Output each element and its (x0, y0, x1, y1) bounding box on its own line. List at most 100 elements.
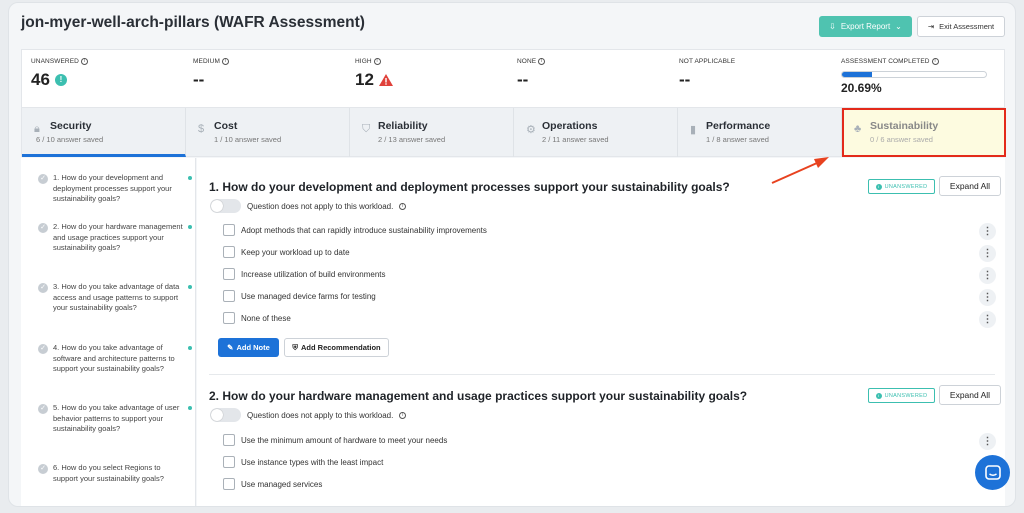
checkbox[interactable] (223, 434, 235, 446)
tab-name: Sustainability (870, 120, 939, 132)
check-icon: ✓ (38, 464, 48, 474)
choice-option[interactable]: Use managed services (223, 478, 322, 490)
choice-label: Use managed services (241, 479, 323, 489)
toggle-knob (211, 409, 223, 421)
stats-bar: UNANSWERED i 46! MEDIUM i -- HIGH i 12 NONE… (21, 49, 1005, 107)
tab-cost[interactable]: $ Cost 1 / 10 answer saved (186, 108, 350, 157)
info-icon: i (875, 392, 882, 399)
sidebar-item-label: 2. How do your hardware management and u… (53, 222, 183, 252)
exit-assessment-button[interactable]: ⇥ Exit Assessment (917, 16, 1005, 37)
pillar-tabs: 🔒︎ Security 6 / 10 answer saved $ Cost 1… (21, 107, 1006, 157)
choice-option[interactable]: Use instance types with the least impact (223, 456, 383, 468)
sidebar-item[interactable]: ✓ 4. How do you take advantage of softwar… (38, 343, 192, 375)
info-icon[interactable]: i (931, 58, 939, 65)
choice-option[interactable]: Use managed device farms for testing (223, 290, 376, 302)
tab-reliability[interactable]: ⛉ Reliability 2 / 13 answer saved (350, 108, 514, 157)
app-window: jon-myer-well-arch-pillars (WAFR Assessm… (8, 2, 1016, 507)
not-applicable-toggle[interactable] (210, 199, 241, 213)
info-icon[interactable]: i (399, 411, 407, 419)
tab-name: Cost (214, 120, 238, 132)
check-icon: ✓ (38, 344, 48, 354)
progress-fill (842, 72, 872, 77)
status-dot (188, 406, 192, 410)
exit-icon: ⇥ (927, 22, 935, 31)
sidebar-item[interactable]: ✓ 2. How do your hardware management and … (38, 222, 192, 254)
checkbox[interactable] (223, 312, 235, 324)
export-report-button[interactable]: ⇩ Export Report ⌄ (819, 16, 912, 37)
choice-option[interactable]: None of these (223, 312, 291, 324)
choice-option[interactable]: Keep your workload up to date (223, 246, 350, 258)
expand-all-button[interactable]: Expand All (939, 385, 1001, 405)
add-recommendation-label: Add Recommendation (301, 343, 381, 352)
not-applicable-row: Question does not apply to this workload… (210, 199, 407, 213)
choice-label: Use instance types with the least impact (241, 457, 384, 467)
status-label: UNANSWERED (884, 392, 928, 399)
checkbox[interactable] (223, 224, 235, 236)
sidebar-item-label: 6. How do you select Regions to support … (53, 463, 164, 483)
sidebar-item[interactable]: ✓ 1. How do your development and deployme… (38, 173, 192, 205)
exit-label: Exit Assessment (939, 22, 995, 31)
add-note-button[interactable]: ✎ Add Note (218, 338, 279, 357)
completion-percent: 20.69% (841, 81, 882, 95)
info-icon[interactable]: i (373, 58, 381, 65)
warning-icon (378, 74, 393, 86)
tab-name: Security (50, 120, 92, 132)
stat-unanswered: UNANSWERED i 46! (31, 58, 88, 90)
info-icon[interactable]: i (538, 58, 546, 65)
more-options-icon[interactable]: ⋮ (979, 267, 996, 284)
info-icon[interactable]: i (221, 58, 229, 65)
info-icon[interactable]: i (399, 202, 407, 210)
more-options-icon[interactable]: ⋮ (979, 311, 996, 328)
more-options-icon[interactable]: ⋮ (979, 245, 996, 262)
tab-sustainability[interactable]: ♣ Sustainability 0 / 6 answer saved (842, 108, 1006, 157)
tab-progress: 6 / 10 answer saved (36, 135, 104, 144)
dollar-icon: $ (198, 123, 205, 135)
more-options-icon[interactable]: ⋮ (979, 223, 996, 240)
not-applicable-toggle[interactable] (210, 408, 241, 422)
info-icon[interactable]: i (80, 58, 88, 65)
tab-performance[interactable]: ▮ Performance 1 / 8 answer saved (678, 108, 842, 157)
sidebar-item[interactable]: ✓ 5. How do you take advantage of user be… (38, 403, 192, 435)
choice-option[interactable]: Use the minimum amount of hardware to me… (223, 434, 447, 446)
page-title: jon-myer-well-arch-pillars (WAFR Assessm… (21, 14, 365, 31)
stat-label: NOT APPLICABLE (679, 58, 736, 65)
checkbox[interactable] (223, 268, 235, 280)
more-options-icon[interactable]: ⋮ (979, 289, 996, 306)
stat-high: HIGH i 12 (355, 58, 393, 90)
not-applicable-row: Question does not apply to this workload… (210, 408, 407, 422)
exclamation-icon: ! (54, 74, 67, 86)
status-badge: i UNANSWERED (868, 388, 935, 403)
question-panel: 1. How do your development and deploymen… (197, 158, 1005, 506)
question-title: 2. How do your hardware management and u… (209, 389, 748, 403)
tab-progress: 1 / 10 answer saved (214, 135, 282, 144)
sidebar-item[interactable]: ✓ 3. How do you take advantage of data ac… (38, 282, 192, 314)
check-icon: ✓ (38, 174, 48, 184)
chat-launcher-button[interactable] (975, 455, 1010, 490)
checkbox[interactable] (223, 478, 235, 490)
expand-all-button[interactable]: Expand All (939, 176, 1001, 196)
sidebar-item[interactable]: ✓ 6. How do you select Regions to support… (38, 463, 186, 484)
checkbox[interactable] (223, 456, 235, 468)
question-title: 1. How do your development and deploymen… (209, 180, 730, 194)
sidebar-item-label: 3. How do you take advantage of data acc… (53, 282, 180, 312)
checkbox[interactable] (223, 246, 235, 258)
tab-security[interactable]: 🔒︎ Security 6 / 10 answer saved (22, 108, 186, 157)
chat-icon (984, 464, 1001, 480)
check-icon: ✓ (38, 404, 48, 414)
status-dot (188, 225, 192, 229)
choice-option[interactable]: Adopt methods that can rapidly introduce… (223, 224, 487, 236)
status-label: UNANSWERED (884, 183, 928, 190)
choice-option[interactable]: Increase utilization of build environmen… (223, 268, 386, 280)
tab-operations[interactable]: ⚙ Operations 2 / 11 answer saved (514, 108, 678, 157)
stat-label: MEDIUM (193, 58, 220, 65)
check-icon: ✓ (38, 283, 48, 293)
choice-label: None of these (241, 313, 291, 323)
tab-name: Reliability (378, 120, 428, 132)
completion-progress-bar (841, 71, 987, 78)
checkbox[interactable] (223, 290, 235, 302)
add-recommendation-button[interactable]: ⛨ Add Recommendation (284, 338, 389, 357)
choice-label: Adopt methods that can rapidly introduce… (241, 225, 487, 235)
more-options-icon[interactable]: ⋮ (979, 433, 996, 450)
sidebar-item-label: 1. How do your development and deploymen… (53, 173, 172, 203)
bar-chart-icon: ▮ (690, 124, 697, 136)
